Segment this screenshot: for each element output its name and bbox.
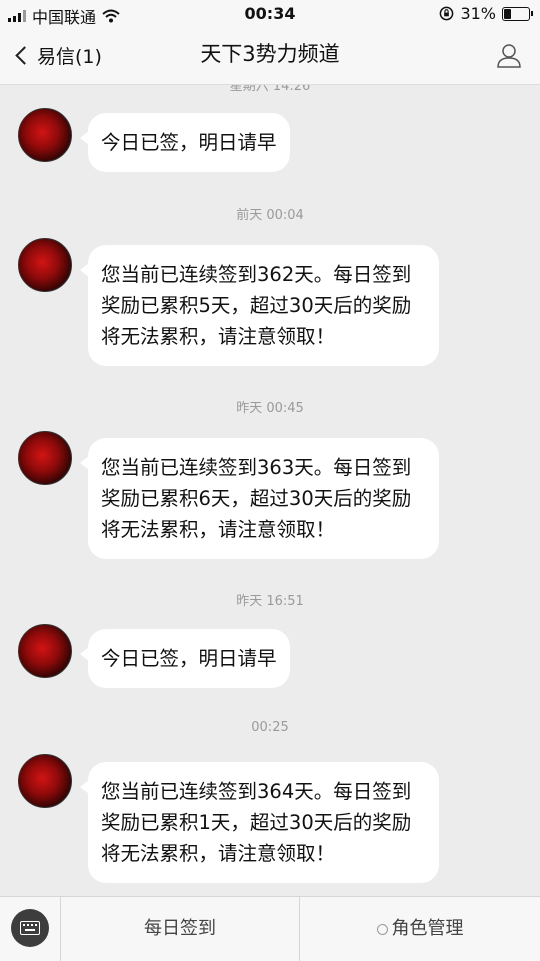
message-bubble[interactable]: 今日已签，明日请早 [80,113,290,172]
battery-fill [504,8,511,19]
daily-signin-button[interactable]: 每日签到 [61,897,300,961]
role-management-button[interactable]: 角色管理 [300,897,540,961]
avatar[interactable] [18,238,72,292]
role-management-label: 角色管理 [391,918,464,939]
battery-percent: 31% [460,4,496,23]
message-bubble[interactable]: 您当前已连续签到364天。每日签到奖励已累积1天，超过30天后的奖励将无法累积，… [80,762,439,883]
bottom-toolbar: 每日签到 角色管理 [0,896,540,961]
message-bubble[interactable]: 今日已签，明日请早 [80,629,290,688]
message-bubble[interactable]: 您当前已连续签到362天。每日签到奖励已累积5天，超过30天后的奖励将无法累积，… [80,245,439,366]
keyboard-icon [11,909,49,947]
nav-bar: 易信(1) 天下3势力频道 [0,28,540,85]
page-title: 天下3势力频道 [200,42,340,66]
menu-dot-icon [376,923,388,935]
message-timestamp: 00:25 [251,720,289,735]
daily-signin-label: 每日签到 [144,918,216,939]
rotation-lock-icon [440,6,454,21]
message-bubble[interactable]: 您当前已连续签到363天。每日签到奖励已累积6天，超过30天后的奖励将无法累积，… [80,438,439,559]
chat-area[interactable]: 星期六 14:26 今日已签，明日请早 前天 00:04 您当前已连续签到362… [0,85,540,895]
message-timestamp: 星期六 14:26 [229,85,311,94]
status-bar: 中国联通 00:34 31% [0,0,540,28]
avatar[interactable] [18,108,72,162]
message-timestamp: 昨天 00:45 [236,401,304,416]
avatar[interactable] [18,624,72,678]
status-right: 31% [439,4,533,23]
avatar[interactable] [18,754,72,808]
profile-icon[interactable] [496,42,522,68]
message-timestamp: 昨天 16:51 [236,594,304,609]
message-timestamp: 前天 00:04 [236,208,304,223]
keyboard-toggle-button[interactable] [0,897,61,961]
avatar[interactable] [18,431,72,485]
battery-icon [502,6,533,21]
